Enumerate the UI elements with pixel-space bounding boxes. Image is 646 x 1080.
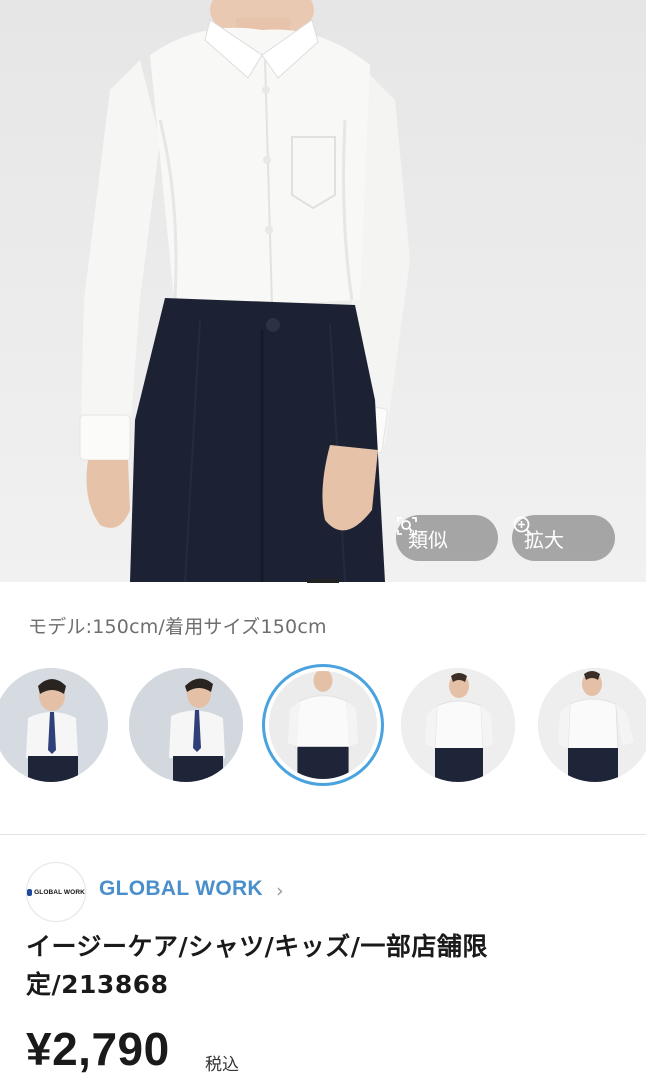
similar-search-button[interactable]: 類似: [396, 515, 498, 561]
model-shirt-front-thumbnail: [401, 668, 515, 782]
model-with-tie-thumbnail: [0, 668, 108, 782]
thumbnail-3-selected[interactable]: [262, 664, 384, 786]
chevron-right-icon[interactable]: ›: [276, 880, 284, 902]
thumbnail-2[interactable]: [129, 668, 243, 782]
product-main-image[interactable]: 類似 拡大: [0, 0, 646, 582]
section-divider: [0, 834, 646, 835]
model-size-caption: モデル:150cm/着用サイズ150cm: [28, 616, 327, 638]
model-photo: [79, 0, 410, 582]
brand-name-link[interactable]: GLOBAL WORK: [99, 877, 263, 901]
thumbnail-4[interactable]: [401, 668, 515, 782]
product-price: ¥2,790: [26, 1023, 170, 1075]
brand-logo[interactable]: GLOBAL WORK: [26, 862, 86, 922]
thumbnail-carousel[interactable]: [0, 664, 646, 786]
model-shirt-angle-thumbnail: [538, 668, 646, 782]
thumbnail-5[interactable]: [538, 668, 646, 782]
zoom-button[interactable]: 拡大: [512, 515, 615, 561]
thumbnail-1[interactable]: [0, 668, 108, 782]
tax-included-label: 税込: [205, 1055, 239, 1075]
model-with-tie-thumbnail: [129, 668, 243, 782]
image-pager-indicator: [307, 579, 339, 583]
product-title: イージーケア/シャツ/キッズ/一部店舗限定/213868: [26, 932, 488, 999]
brand-logo-text: GLOBAL WORK: [34, 888, 85, 896]
zoom-in-icon: [513, 516, 533, 536]
model-shirt-front-thumbnail: [269, 671, 377, 779]
similar-search-icon: [397, 517, 417, 535]
brand-logo-mark-icon: [27, 888, 33, 896]
